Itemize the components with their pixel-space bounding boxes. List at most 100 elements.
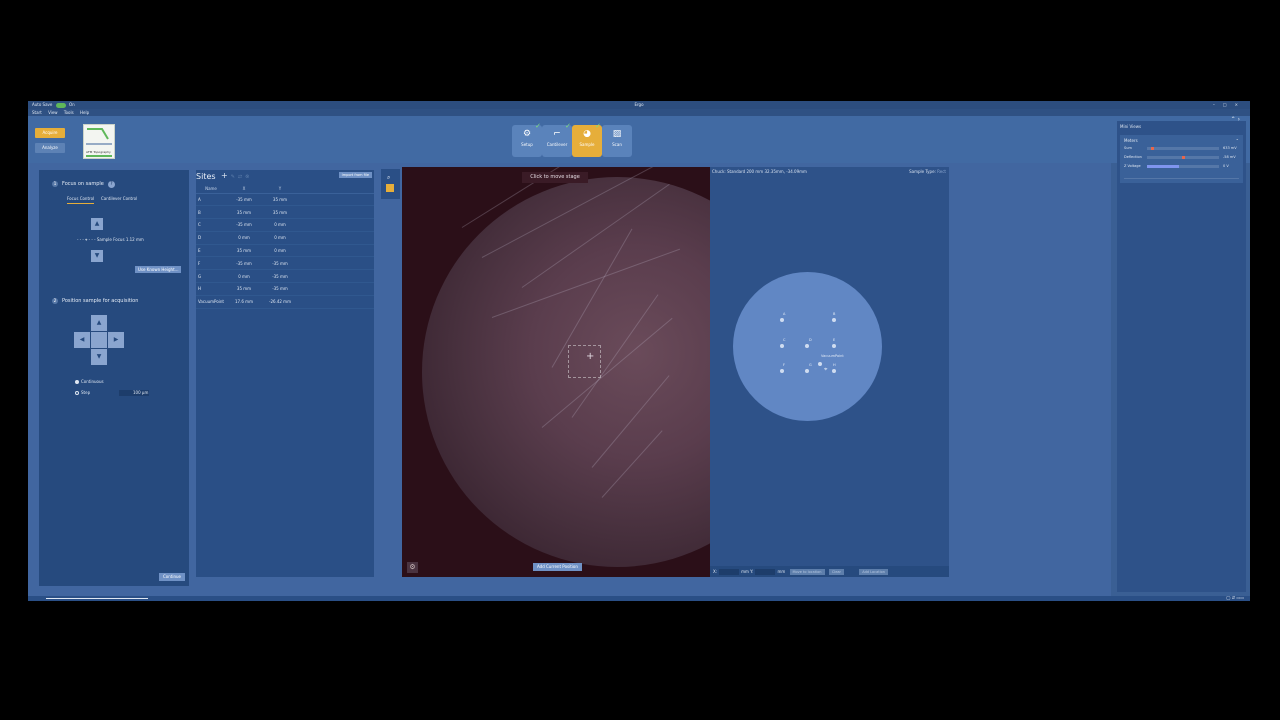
meter-fill	[1150, 147, 1154, 150]
meter-row: Deflection -58 mV	[1124, 155, 1240, 159]
col-name[interactable]: Name	[196, 184, 226, 194]
menu-help[interactable]: Help	[80, 110, 89, 115]
mini-views-title: Mini Views	[1120, 124, 1142, 129]
table-row[interactable]: E 35 mm 0 mm	[196, 244, 374, 258]
table-row[interactable]: H 35 mm -35 mm	[196, 282, 374, 296]
add-current-position-button[interactable]: Add Current Position	[533, 563, 582, 571]
analyze-button[interactable]: Analyze	[35, 143, 65, 153]
help-icon[interactable]: ?	[107, 181, 115, 188]
color-swatch-icon[interactable]	[386, 184, 394, 192]
add-site-icon[interactable]: +	[221, 171, 228, 180]
position-title: Position sample for acquisition	[62, 298, 139, 304]
camera-settings-icon[interactable]: ⚙	[407, 562, 418, 573]
ribbon: Acquire Analyze AFM Topography ⚙ Setup ✓…	[28, 116, 1250, 163]
menu-tools[interactable]: Tools	[64, 110, 74, 115]
stage-up-button[interactable]: ▲	[91, 315, 107, 331]
bell-icon[interactable]: ◯	[1226, 595, 1230, 600]
table-row[interactable]: D0 mm 0 mm	[196, 231, 374, 245]
step-size-input[interactable]: 100 µm	[119, 390, 149, 396]
site-dot-vacuumpoint[interactable]	[818, 362, 822, 366]
camera-view[interactable]: Click to move stage + Add Current Positi…	[402, 167, 710, 577]
acquire-button[interactable]: Acquire	[35, 128, 65, 138]
tab-focus-control[interactable]: Focus Control	[67, 196, 95, 204]
site-dot-a[interactable]	[780, 318, 784, 322]
search-icon[interactable]: ⌕	[387, 174, 390, 182]
site-x-cell: 35 mm	[226, 205, 262, 220]
site-label-b: B	[833, 312, 836, 316]
continue-button[interactable]: Continue	[159, 573, 185, 581]
stage-right-button[interactable]: ▶	[108, 332, 124, 348]
step-sample[interactable]: ◕ Sample ✓	[572, 122, 602, 157]
meter-label: Z Voltage	[1124, 164, 1141, 168]
table-row[interactable]: B 35 mm 35 mm	[196, 205, 374, 220]
tab-cantilever-control[interactable]: Cantilever Control	[101, 196, 137, 201]
site-dot-d[interactable]	[805, 344, 809, 348]
site-dot-b[interactable]	[832, 318, 836, 322]
site-dot-h[interactable]	[832, 369, 836, 373]
sample-focus-label: Sample Focus	[96, 237, 125, 242]
add-location-button[interactable]: Add Location	[859, 569, 888, 575]
site-dot-c[interactable]	[780, 344, 784, 348]
sample-focus-row: - - - ⌖ - - - Sample Focus 1.12 mm	[77, 237, 144, 242]
step-scan-label: Scan	[612, 142, 622, 147]
sites-table: Name X Y A -35 mm 35 mm B 35 mm 35 mm C -35 mm 0…	[196, 184, 374, 309]
table-row[interactable]: A -35 mm 35 mm	[196, 193, 374, 207]
menu-bar: Start View Tools Help	[28, 109, 1250, 116]
meter-value: -58 mV	[1223, 155, 1236, 159]
focus-section-title: 1 Focus on sample?	[52, 181, 115, 188]
x-input[interactable]	[719, 569, 740, 575]
continuous-radio[interactable]: Continuous	[75, 379, 104, 384]
y-input[interactable]	[755, 569, 776, 575]
move-to-location-button[interactable]: Move to location	[789, 569, 825, 575]
clear-button[interactable]: Clear	[828, 569, 844, 575]
chevron-up-icon[interactable]: ⌃	[1236, 138, 1239, 143]
step-cantilever[interactable]: ⌐ Cantilever ✓	[542, 122, 572, 157]
edit-site-icon[interactable]: ✎	[231, 174, 235, 180]
close-icon[interactable]: ×	[1235, 102, 1246, 107]
sample-controls-panel: 1 Focus on sample? Focus Control Cantilev…	[39, 170, 189, 586]
import-from-file-button[interactable]: Import from file	[338, 172, 372, 178]
site-y-cell: 0 mm	[262, 218, 298, 232]
site-dot-g[interactable]	[805, 369, 809, 373]
spacer-cell	[298, 193, 374, 207]
spacer-cell	[298, 244, 374, 258]
table-row[interactable]: F -35 mm -35 mm	[196, 256, 374, 271]
step-sample-label: Sample	[579, 142, 595, 147]
step-setup[interactable]: ⚙ Setup ✓	[512, 122, 542, 157]
meter-track	[1147, 156, 1219, 159]
table-row[interactable]: G0 mm -35 mm	[196, 269, 374, 284]
focus-up-button[interactable]: ▲	[91, 218, 103, 230]
site-name-cell: B	[196, 205, 226, 220]
minimize-icon[interactable]: –	[1213, 102, 1223, 107]
site-name-cell: H	[196, 282, 226, 296]
check-icon: ✓	[535, 122, 541, 130]
site-x-cell: 35 mm	[226, 244, 262, 258]
stage-down-button[interactable]: ▼	[91, 349, 107, 365]
site-label-vacuumpoint: VacuumPoint	[821, 354, 844, 358]
chuck-footer: X: mm Y: mm Move to location Clear Add Loc…	[710, 566, 949, 577]
sites-title: Sites	[196, 172, 216, 181]
site-dot-f[interactable]	[780, 369, 784, 373]
sample-type-value[interactable]: Rect	[937, 169, 946, 174]
menu-start[interactable]: Start	[32, 110, 42, 115]
maximize-icon[interactable]: □	[1223, 102, 1235, 107]
col-y[interactable]: Y	[262, 184, 298, 194]
use-known-height-button[interactable]: Use Known Height...	[135, 266, 182, 273]
link-icon[interactable]: ⇄	[238, 174, 242, 180]
window-controls[interactable]: –□×	[1213, 101, 1246, 109]
step-scan[interactable]: ▨ Scan	[602, 125, 632, 157]
menu-view[interactable]: View	[48, 110, 58, 115]
focus-down-button[interactable]: ▼	[91, 250, 103, 262]
meter-row: Z Voltage 0 V	[1124, 164, 1240, 168]
table-row[interactable]: C -35 mm 0 mm	[196, 218, 374, 232]
step-radio[interactable]: Step	[75, 390, 90, 395]
wafer-map[interactable]: A B C D E F G H VacuumPoint ⌖	[733, 272, 882, 421]
col-x[interactable]: X	[226, 184, 262, 194]
meter-label: Sum	[1124, 146, 1132, 150]
site-dot-e[interactable]	[832, 344, 836, 348]
mode-thumbnail[interactable]: AFM Topography	[83, 124, 115, 159]
table-row[interactable]: VacuumPoint 17.6 mm -26.42 mm	[196, 295, 374, 309]
stage-left-button[interactable]: ◀	[74, 332, 90, 348]
delete-icon[interactable]: ⊗	[245, 174, 249, 180]
settings-icon[interactable]: ⇵	[1232, 595, 1235, 600]
